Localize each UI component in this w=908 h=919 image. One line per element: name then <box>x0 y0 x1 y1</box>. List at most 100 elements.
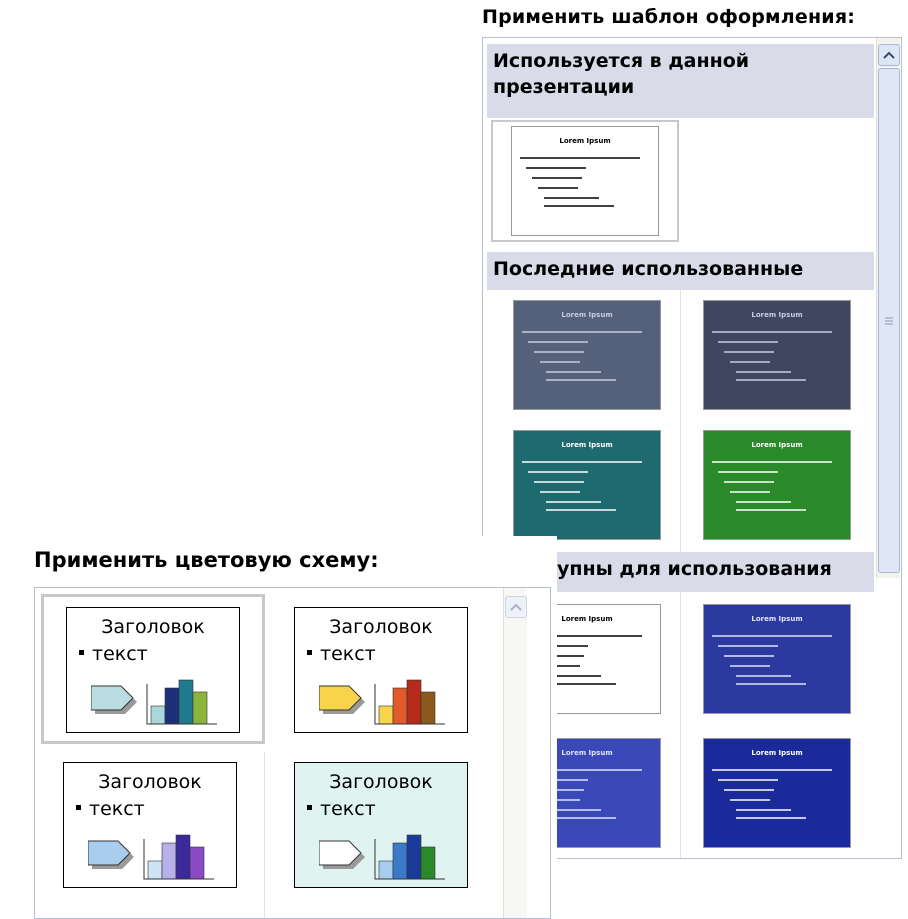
slide-preview: Lorem Ipsum <box>712 615 832 685</box>
scheme-heading: Заголовок <box>98 771 202 793</box>
slide-text-line <box>718 341 778 343</box>
slide-title: Lorem Ipsum <box>751 441 802 449</box>
group-header-current: Используется в данной презентации <box>487 44 874 118</box>
slide-text-line <box>724 351 774 353</box>
slide-text-line <box>522 331 642 333</box>
slide-text-line <box>544 197 599 199</box>
bullet-icon <box>307 805 312 810</box>
preview-bar <box>192 691 208 725</box>
slide-text-line <box>730 491 770 493</box>
column-divider <box>680 592 681 858</box>
slide-text-line <box>526 167 586 169</box>
slide-text-line <box>528 471 588 473</box>
template-thumbnail: Lorem Ipsum <box>703 300 851 410</box>
slide-text-line <box>544 205 614 207</box>
color-scheme-item[interactable]: Заголовок текст <box>269 752 493 912</box>
grip-icon <box>885 317 893 324</box>
slide-preview: Lorem Ipsum <box>712 749 832 819</box>
preview-bar <box>189 846 205 880</box>
slide-text-line <box>540 491 580 493</box>
group-header-recent: Последние использованные <box>487 252 874 290</box>
slide-text-line <box>736 809 791 811</box>
scheme-preview-chart <box>91 679 217 725</box>
color-scheme-item[interactable]: Заголовок текст <box>41 752 265 912</box>
scheme-body-text: текст <box>92 643 148 665</box>
design-list-scrollbar[interactable] <box>876 38 900 578</box>
design-template-title: Применить шаблон оформления: <box>482 6 856 28</box>
slide-preview: Lorem Ipsum <box>520 137 640 207</box>
slide-text-line <box>730 665 770 667</box>
slide-preview: Lorem Ipsum <box>522 311 642 381</box>
template-item-available[interactable]: Lorem Ipsum <box>703 738 851 848</box>
color-scheme-card: Заголовок текст <box>63 762 237 888</box>
slide-text-line <box>724 655 774 657</box>
slide-text-line <box>724 789 774 791</box>
template-thumbnail: Lorem Ipsum <box>513 300 661 410</box>
color-scheme-list-panel: Заголовок текст Заголовок текст Заголово… <box>34 587 551 919</box>
preview-bar <box>420 691 436 725</box>
slide-text-line <box>736 379 806 381</box>
scroll-up-button[interactable] <box>878 44 900 66</box>
slide-text-line <box>534 351 584 353</box>
scheme-preview-chart <box>319 834 445 880</box>
preview-bar <box>392 687 408 725</box>
slide-text-line <box>712 769 832 771</box>
slide-text-line <box>736 683 806 685</box>
slide-text-line <box>718 471 778 473</box>
slide-text-line <box>724 481 774 483</box>
slide-text-line <box>736 817 806 819</box>
slide-text-line <box>546 371 601 373</box>
slide-preview: Lorem Ipsum <box>522 441 642 511</box>
preview-bar <box>420 846 436 880</box>
slide-text-line <box>736 509 806 511</box>
group-header-current-label: Используется в данной презентации <box>493 50 750 98</box>
color-scheme-item[interactable]: Заголовок текст <box>269 594 493 744</box>
slide-title: Lorem Ipsum <box>751 311 802 319</box>
slide-text-line <box>718 779 778 781</box>
color-scheme-card: Заголовок текст <box>294 607 468 733</box>
scheme-heading: Заголовок <box>329 616 433 638</box>
group-header-recent-label: Последние использованные <box>493 258 804 280</box>
slide-text-line <box>538 187 578 189</box>
slide-text-line <box>730 799 770 801</box>
slide-title: Lorem Ipsum <box>561 441 612 449</box>
scrollbar-thumb[interactable] <box>878 68 900 573</box>
scheme-heading: Заголовок <box>329 771 433 793</box>
scheme-preview-chart <box>319 679 445 725</box>
bullet-icon <box>76 805 81 810</box>
template-item-recent[interactable]: Lorem Ipsum <box>513 430 661 540</box>
slide-text-line <box>528 341 588 343</box>
scroll-up-button[interactable] <box>505 596 527 618</box>
preview-bar <box>164 687 180 725</box>
slide-text-line <box>736 501 791 503</box>
scheme-preview-chart <box>88 834 214 880</box>
chevron-up-icon <box>510 603 522 611</box>
slide-text-line <box>712 635 832 637</box>
template-thumbnail: Lorem Ipsum <box>703 738 851 848</box>
template-item-recent[interactable]: Lorem Ipsum <box>703 300 851 410</box>
preview-bar <box>147 860 163 880</box>
preview-bar <box>161 842 177 880</box>
preview-bar <box>406 834 422 880</box>
chevron-up-icon <box>883 51 895 59</box>
slide-title: Lorem Ipsum <box>561 615 612 623</box>
color-scheme-item[interactable]: Заголовок текст <box>41 594 265 744</box>
color-scheme-scrollbar[interactable] <box>503 588 527 918</box>
template-thumbnail: Lorem Ipsum <box>703 604 851 714</box>
slide-text-line <box>718 645 778 647</box>
template-item-recent[interactable]: Lorem Ipsum <box>513 300 661 410</box>
slide-title: Lorem Ipsum <box>751 749 802 757</box>
bullet-icon <box>307 650 312 655</box>
preview-bar <box>378 705 394 725</box>
color-scheme-card: Заголовок текст <box>294 762 468 888</box>
template-item-current[interactable]: Lorem Ipsum <box>491 120 679 242</box>
template-item-recent[interactable]: Lorem Ipsum <box>703 430 851 540</box>
preview-bar <box>378 860 394 880</box>
slide-text-line <box>520 157 640 159</box>
color-scheme-card: Заголовок текст <box>66 607 240 733</box>
slide-text-line <box>546 509 616 511</box>
template-item-available[interactable]: Lorem Ipsum <box>703 604 851 714</box>
slide-title: Lorem Ipsum <box>559 137 610 145</box>
color-scheme-pane: Применить цветовую схему: Заголовок текс… <box>30 536 557 919</box>
slide-text-line <box>546 379 616 381</box>
